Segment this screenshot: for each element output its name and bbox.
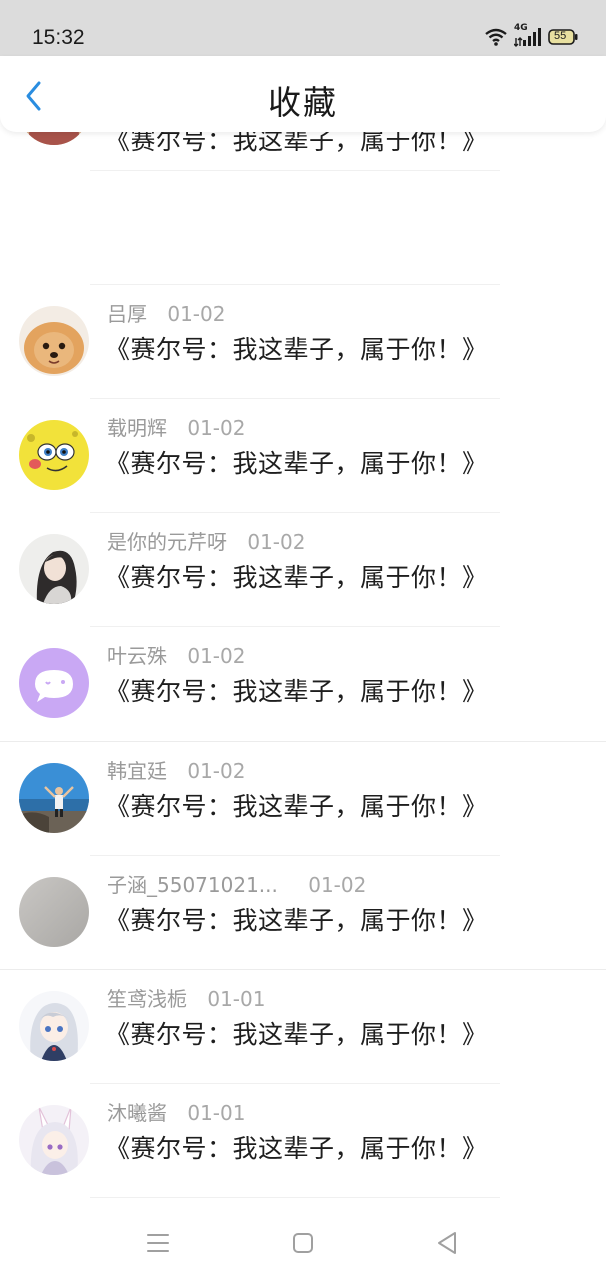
user-name: 叶云殊 <box>107 644 167 668</box>
list-item[interactable]: 沐曦酱 01-01 《赛尔号：我这辈子，属于你！》 <box>0 1084 606 1198</box>
status-time: 15:32 <box>32 26 85 49</box>
list-item[interactable]: 吕厚 01-02 《赛尔号：我这辈子，属于你！》 <box>0 285 606 399</box>
date: 01-01 <box>207 987 266 1011</box>
item-meta: 笙鸢浅栀 01-01 <box>107 983 265 1012</box>
list-item[interactable]: 韩宜廷 01-02 《赛尔号：我这辈子，属于你！》 <box>0 742 606 856</box>
battery-level: 55 <box>554 30 567 42</box>
user-name: 载明辉 <box>107 416 167 440</box>
message-text: 《赛尔号：我这辈子，属于你！》 <box>105 1134 488 1163</box>
message-text: 《赛尔号：我这辈子，属于你！》 <box>105 906 488 935</box>
user-name: 笙鸢浅栀 <box>107 987 187 1011</box>
avatar <box>19 306 89 376</box>
date: 01-02 <box>187 416 246 440</box>
user-name: 是你的元芹呀 <box>107 530 227 554</box>
menu-icon <box>146 1232 170 1258</box>
list-item[interactable]: 子涵_55071021... 01-02 《赛尔号：我这辈子，属于你！》 <box>0 856 606 970</box>
list-item[interactable]: 叶云殊 01-02 《赛尔号：我这辈子，属于你！》 <box>0 627 606 741</box>
page-title: 收藏 <box>268 83 338 122</box>
date: 01-02 <box>187 644 246 668</box>
status-bar: 15:32 4G 55 <box>0 0 606 56</box>
message-text: 《赛尔号：我这辈子，属于你！》 <box>105 677 488 706</box>
avatar <box>19 763 89 833</box>
avatar <box>19 877 89 947</box>
item-meta: 叶云殊 01-02 <box>107 640 245 669</box>
item-meta: 韩宜廷 01-02 <box>107 755 245 784</box>
message-text: 《赛尔号：我这辈子，属于你！》 <box>105 792 488 821</box>
avatar <box>19 420 89 490</box>
avatar <box>19 648 89 718</box>
cellular-signal-icon: 4G <box>514 23 542 47</box>
message-text: 《赛尔号：我这辈子，属于你！》 <box>105 1020 488 1049</box>
wifi-icon <box>484 27 508 47</box>
date: 01-02 <box>167 302 226 326</box>
network-type: 4G <box>514 23 528 33</box>
avatar <box>19 534 89 604</box>
user-name: 沐曦酱 <box>107 1101 167 1125</box>
item-meta: 子涵_55071021... 01-02 <box>107 869 366 898</box>
user-name: 吕厚 <box>107 302 147 326</box>
item-meta: 沐曦酱 01-01 <box>107 1097 245 1126</box>
list-item[interactable]: 载明辉 01-02 《赛尔号：我这辈子，属于你！》 <box>0 399 606 513</box>
home-button[interactable] <box>288 1230 318 1260</box>
user-name: 子涵_55071021... <box>107 873 278 897</box>
system-back-button[interactable] <box>432 1230 462 1260</box>
list-item[interactable]: 是你的元芹呀 01-02 《赛尔号：我这辈子，属于你！》 <box>0 513 606 627</box>
menu-button[interactable] <box>143 1230 173 1260</box>
battery-icon: 55 <box>548 29 578 45</box>
back-triangle-icon <box>435 1230 459 1260</box>
list-item[interactable]: 笙鸢浅栀 01-01 《赛尔号：我这辈子，属于你！》 <box>0 970 606 1084</box>
message-text: 《赛尔号：我这辈子，属于你！》 <box>105 335 488 364</box>
divider <box>90 170 500 171</box>
status-icons: 4G 55 <box>484 23 578 49</box>
date: 01-02 <box>308 873 367 897</box>
home-square-icon <box>291 1231 315 1259</box>
date: 01-01 <box>187 1101 246 1125</box>
header-bar: 收藏 <box>0 56 606 132</box>
item-meta: 是你的元芹呀 01-02 <box>107 526 305 555</box>
avatar <box>19 991 89 1061</box>
avatar <box>19 1105 89 1175</box>
item-meta: 载明辉 01-02 <box>107 412 245 441</box>
message-text: 《赛尔号：我这辈子，属于你！》 <box>105 563 488 592</box>
item-meta: 吕厚 01-02 <box>107 298 225 327</box>
message-text: 《赛尔号：我这辈子，属于你！》 <box>105 449 488 478</box>
user-name: 韩宜廷 <box>107 759 167 783</box>
date: 01-02 <box>247 530 306 554</box>
date: 01-02 <box>187 759 246 783</box>
divider <box>90 1197 500 1198</box>
system-nav-bar <box>0 1200 606 1280</box>
